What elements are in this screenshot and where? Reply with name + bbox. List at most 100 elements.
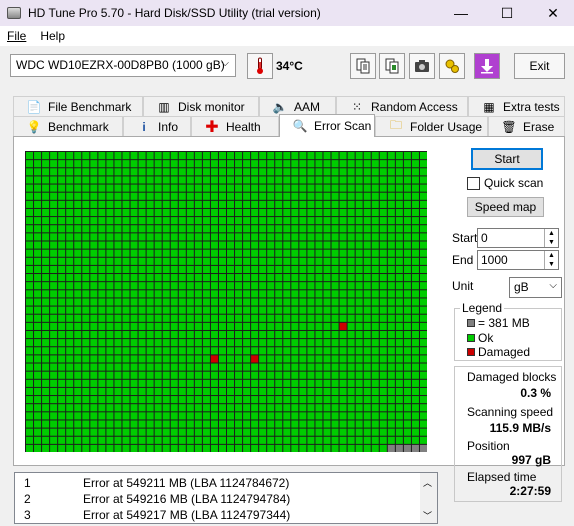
tab-folder-usage[interactable]: 🗀 Folder Usage [375, 116, 488, 136]
block-ok [307, 257, 315, 265]
block-ok [130, 249, 138, 257]
camera-icon[interactable] [409, 53, 435, 79]
scroll-up-icon[interactable]: ︿ [423, 476, 432, 489]
copy-image-icon[interactable] [379, 53, 405, 79]
block-ok [202, 192, 210, 200]
block-ok [218, 176, 226, 184]
block-ok [210, 371, 218, 379]
block-ok [323, 290, 331, 298]
block-ok [323, 168, 331, 176]
block-ok [202, 184, 210, 192]
log-scrollbar[interactable]: ︿ ﹀ [420, 473, 437, 523]
start-button[interactable]: Start [471, 148, 543, 170]
block-ok [403, 322, 411, 330]
block-ok [283, 274, 291, 282]
speed-map-button[interactable]: Speed map [467, 197, 544, 217]
block-ok [363, 298, 371, 306]
block-ok [50, 347, 58, 355]
block-ok [98, 363, 106, 371]
block-ok [26, 379, 34, 387]
spin-down-icon[interactable]: ▼ [544, 238, 558, 247]
list-item[interactable]: 1 Error at 549211 MB (LBA 1124784672) [15, 476, 420, 493]
exit-button[interactable]: Exit [514, 53, 565, 79]
copy-text-icon[interactable] [350, 53, 376, 79]
block-ok [411, 298, 419, 306]
list-item[interactable]: 3 Error at 549217 MB (LBA 1124797344) [15, 508, 420, 523]
error-log-list[interactable]: 1 Error at 549211 MB (LBA 1124784672) 2 … [14, 472, 438, 524]
block-ok [387, 160, 395, 168]
menu-file[interactable]: File [0, 29, 33, 43]
block-ok [379, 257, 387, 265]
block-ok [26, 225, 34, 233]
tab-random-access[interactable]: ⁙ Random Access [336, 96, 468, 116]
block-ok [34, 412, 42, 420]
block-ok [122, 282, 130, 290]
block-ok [82, 371, 90, 379]
quick-scan-checkbox[interactable]: Quick scan [467, 176, 543, 190]
spin-up-icon[interactable]: ▲ [544, 229, 558, 238]
block-ok [347, 339, 355, 347]
block-ok [419, 420, 427, 428]
spin-up-icon[interactable]: ▲ [544, 251, 558, 260]
tab-file-benchmark[interactable]: 📄 File Benchmark [13, 96, 143, 116]
tab-extra-tests[interactable]: ▦ Extra tests [468, 96, 565, 116]
block-ok [106, 233, 114, 241]
block-ok [66, 322, 74, 330]
scroll-down-icon[interactable]: ﹀ [423, 509, 432, 522]
tab-aam[interactable]: 🔈 AAM [259, 96, 336, 116]
block-ok [114, 330, 122, 339]
tab-erase[interactable]: 🗑 Erase [488, 116, 565, 136]
block-ok [259, 428, 267, 436]
thermometer-icon[interactable] [247, 53, 273, 79]
block-ok [162, 363, 170, 371]
block-ok [154, 265, 162, 274]
quick-scan-box[interactable] [467, 176, 480, 190]
block-ok [122, 371, 130, 379]
tab-health[interactable]: ✚ Health [191, 116, 279, 136]
tab-error-scan[interactable]: 🔍 Error Scan [279, 114, 375, 137]
block-ok [355, 282, 363, 290]
end-input[interactable]: 1000 ▲ ▼ [477, 250, 559, 270]
tab-disk-monitor[interactable]: ▥ Disk monitor [143, 96, 259, 116]
tab-benchmark[interactable]: 💡 Benchmark [13, 116, 123, 136]
options-icon[interactable] [439, 53, 465, 79]
block-ok [283, 192, 291, 200]
block-ok [411, 290, 419, 298]
block-ok [371, 330, 379, 339]
unit-select[interactable]: gB ⌵ [509, 277, 562, 298]
menu-help[interactable]: Help [33, 29, 72, 43]
block-ok [74, 428, 82, 436]
block-ok [291, 160, 299, 168]
block-ok [275, 249, 283, 257]
close-button[interactable]: ✕ [530, 0, 574, 26]
start-input[interactable]: 0 ▲ ▼ [477, 228, 559, 248]
block-ok [186, 306, 194, 314]
block-ok [259, 265, 267, 274]
minimize-button[interactable]: — [438, 0, 484, 26]
legend-ok: Ok [467, 331, 493, 345]
save-down-arrow-icon[interactable] [474, 53, 500, 79]
block-ok [403, 257, 411, 265]
list-item[interactable]: 2 Error at 549216 MB (LBA 1124794784) [15, 492, 420, 509]
damaged-blocks-value: 0.3 % [520, 386, 551, 400]
block-ok [283, 363, 291, 371]
block-ok [130, 274, 138, 282]
block-ok [411, 379, 419, 387]
block-ok [130, 290, 138, 298]
block-ok [26, 200, 34, 208]
block-ok [146, 314, 154, 322]
block-ok [146, 282, 154, 290]
tab-info[interactable]: i Info [123, 116, 191, 136]
block-ok [90, 241, 98, 249]
block-ok [331, 217, 339, 225]
block-ok [419, 396, 427, 404]
drive-select[interactable]: WDC WD10EZRX-00D8PB0 (1000 gB) ⌵ [10, 54, 236, 77]
block-ok [331, 404, 339, 412]
maximize-button[interactable]: ☐ [484, 0, 530, 26]
block-ok [154, 355, 162, 363]
block-ok [202, 330, 210, 339]
block-ok [194, 217, 202, 225]
block-ok [411, 249, 419, 257]
block-ok [283, 200, 291, 208]
spin-down-icon[interactable]: ▼ [544, 260, 558, 269]
